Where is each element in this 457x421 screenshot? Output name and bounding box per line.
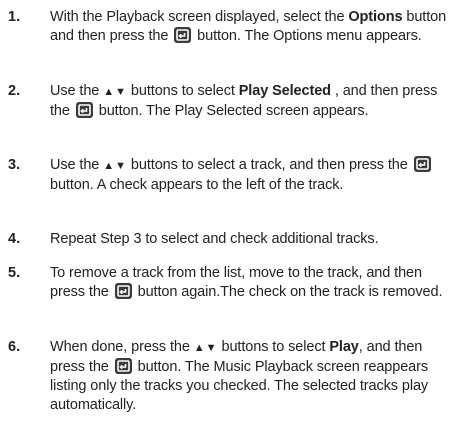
step-number: 6. (8, 339, 21, 355)
step-text-run: Repeat Step 3 to select and check additi… (50, 231, 379, 247)
step-text-run: buttons to select (217, 339, 330, 355)
step-text-run: button again.The check on the track is r… (133, 284, 443, 300)
step-text-run: button. The Play Selected screen appears… (94, 103, 369, 119)
enter-icon (413, 156, 431, 172)
step-text: Use the ▲▼ buttons to select a track, an… (50, 156, 452, 195)
step-text-run: button. A check appears to the left of t… (50, 177, 344, 193)
step-number: 5. (8, 265, 21, 281)
step-text: Repeat Step 3 to select and check additi… (50, 230, 452, 249)
bold-term: Options (348, 9, 403, 25)
step-number: 3. (8, 157, 21, 173)
step-text-run: buttons to select (126, 83, 239, 99)
enter-icon (75, 102, 93, 118)
enter-icon (114, 283, 132, 299)
bold-term: Play Selected (238, 83, 331, 99)
step-text-run: With the Playback screen displayed, sele… (50, 9, 349, 25)
up-down-arrows-icon: ▲▼ (103, 160, 127, 172)
step-text: To remove a track from the list, move to… (50, 264, 452, 302)
step-text: Use the ▲▼ buttons to select Play Select… (50, 82, 452, 121)
step-text-run: buttons to select a track, and then pres… (126, 157, 412, 173)
step-text-run: Use the (50, 157, 104, 173)
step-text: With the Playback screen displayed, sele… (50, 8, 452, 46)
step-text-run: button. The Options menu appears. (193, 28, 422, 44)
step-number: 2. (8, 83, 21, 99)
enter-icon (114, 358, 132, 374)
step-number: 1. (8, 9, 21, 25)
step-number: 4. (8, 231, 21, 247)
bold-term: Play (329, 339, 359, 355)
step-text-run: When done, press the (50, 339, 194, 355)
up-down-arrows-icon: ▲▼ (103, 86, 127, 98)
step-text-run: Use the (50, 83, 104, 99)
step-text: When done, press the ▲▼ buttons to selec… (50, 338, 452, 415)
up-down-arrows-icon: ▲▼ (193, 342, 218, 354)
enter-icon (174, 27, 192, 43)
